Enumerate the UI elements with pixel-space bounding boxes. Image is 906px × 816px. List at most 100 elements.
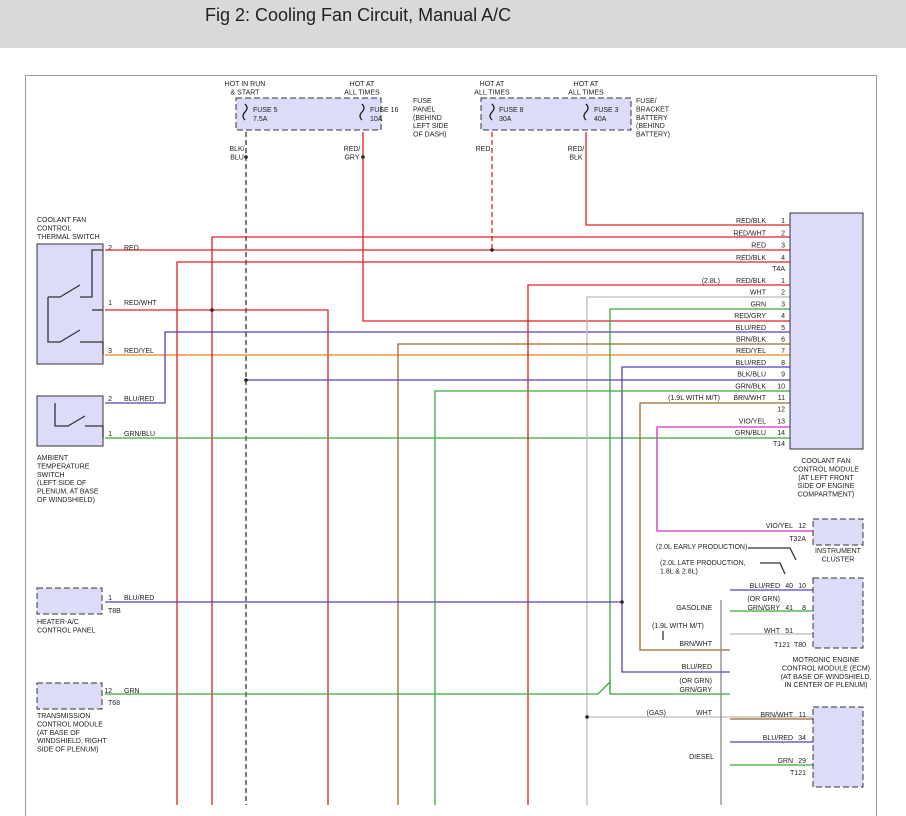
diesel-wire-label-1: BRN/WHT (760, 712, 793, 719)
fuse-16-hot-label: HOT AT (350, 81, 375, 88)
ecm-label: MOTRONIC ENGINE (793, 657, 860, 664)
junction-red (490, 248, 494, 252)
fuse-3-name: FUSE 3 (594, 107, 619, 114)
ecm-pin-10: 10 (798, 583, 806, 590)
fan-module-label: COOLANT FAN (801, 458, 850, 465)
tcm-label: SIDE OF PLENUM) (37, 747, 98, 754)
pin-ts2: 1 (108, 300, 112, 307)
t14-wire-label-10: GRN/BLK (735, 383, 766, 390)
fuse-5-wire-label: BLU (230, 154, 244, 161)
thermal-switch-box (36, 243, 104, 365)
cluster-wire-label: VIO/YEL (766, 523, 793, 530)
t4a-pin-4: 4 (781, 255, 785, 262)
fuse-bracket-label: FUSE/ (636, 98, 657, 105)
wire-label-hv: BLU/RED (124, 595, 154, 602)
diesel-pin-29: 29 (798, 758, 806, 765)
fuse-5-hot-label: HOT IN RUN (225, 81, 266, 88)
wire-label-ts1: RED (124, 245, 139, 252)
ecm-grngry-label: GRN/GRY (679, 687, 712, 694)
fan-module-label: SIDE OF ENGINE (798, 483, 855, 490)
ecm-pin-51: 51 (785, 628, 793, 635)
t14-note-11: (1.9L WITH M/T) (668, 395, 720, 402)
t4a-wire-label-3: RED (751, 243, 766, 250)
ecm-note-early: (2.0L EARLY PRODUCTION) (656, 544, 747, 551)
fan-module-label: CONTROL MODULE (793, 466, 859, 473)
fuse-panel-label: PANEL (413, 106, 436, 113)
ambient-switch-label: (LEFT SIDE OF (37, 480, 86, 487)
tcm-label: (AT BASE OF (37, 730, 80, 737)
t4a-wire-label-4: RED/BLK (736, 255, 766, 262)
t14-wire-8 (621, 366, 790, 673)
diesel-wire-label-2: BLU/RED (763, 735, 793, 742)
fuse-5-hot-label: & START (231, 89, 261, 96)
ecm-diesel-label: DIESEL (689, 754, 714, 761)
ecm-note-late: (2.0L LATE PRODUCTION, (660, 560, 746, 567)
fuse-panel-label: OF DASH) (413, 132, 446, 139)
diesel-connector: T121 (790, 770, 806, 777)
ecm-note-late: 1.8L & 2.8L) (660, 568, 698, 575)
fan-module-label: (AT LEFT FRONT (798, 475, 854, 482)
fuse-16-wire-label: RED/ (344, 146, 361, 153)
cluster-label: INSTRUMENT (815, 548, 862, 555)
thermal-switch-label: COOLANT FAN (37, 217, 86, 224)
t14-wire-label-13: VIO/YEL (739, 418, 766, 425)
fuse-16-name: FUSE 16 (370, 107, 399, 114)
fuse-3-wire (585, 132, 790, 226)
ecm-label: (AT BASE OF WINDSHIELD, (781, 674, 872, 681)
fan-module-label: COMPARTMENT) (798, 492, 855, 499)
t4a-wire-redwht (211, 236, 790, 805)
ecm-wht-label: WHT (696, 710, 713, 717)
fuse-panel-label: FUSE (413, 98, 432, 105)
pin-tc: 12 (104, 688, 112, 695)
ecm-pin-40: 40 (785, 583, 793, 590)
tcm-label: WINDSHIELD, RIGHT (37, 738, 107, 745)
fuse-5-rating: 7.5A (253, 116, 268, 123)
ambient-switch-label: TEMPERATURE (37, 463, 90, 470)
fuse-16-wire-label: GRY (344, 154, 359, 161)
fuse-bracket-label: (BEHIND (636, 123, 665, 130)
t4a-connector-label: T4A (772, 266, 785, 273)
ambient-switch-label: AMBIENT (37, 455, 69, 462)
wiring-diagram: HOT IN RUN& STARTHOT ATALL TIMESHOT ATAL… (36, 81, 872, 805)
cluster-box (812, 518, 864, 546)
ecm-wire-label-2: GRN/GRY (747, 605, 780, 612)
ecm-orgrn-2: (OR GRN) (679, 678, 712, 685)
fuse-16-hot-label: ALL TIMES (344, 89, 380, 96)
diesel-pin-34: 34 (798, 735, 806, 742)
t14-pin-12: 12 (777, 407, 785, 414)
fuse-panel-label: (BEHIND (413, 115, 442, 122)
fuse-panel-label: LEFT SIDE (413, 123, 449, 130)
ecm-mt-note: (1.9L WITH M/T) (652, 623, 704, 630)
ambient-switch-box (36, 395, 104, 447)
fuse-16-rating: 10A (370, 116, 383, 123)
t14-pin-3: 3 (781, 301, 785, 308)
wire-label-ts2: RED/WHT (124, 300, 157, 307)
t14-pin-6: 6 (781, 337, 785, 344)
diesel-ecm-box (812, 706, 864, 788)
heater-box (36, 587, 103, 615)
ts-wire-redwht (105, 309, 329, 805)
t14-wire-label-2: WHT (750, 290, 767, 297)
t14-pin-10: 10 (777, 383, 785, 390)
fuse-3-hot-label: ALL TIMES (568, 89, 604, 96)
pin-ts1: 2 (108, 245, 112, 252)
connector-tcm: T68 (108, 700, 120, 707)
wire-label-as1: BLU/RED (124, 396, 154, 403)
pin-hv: 1 (108, 595, 112, 602)
ambient-switch-label: OF WINDSHIELD) (37, 497, 95, 504)
t14-pin-13: 13 (777, 418, 785, 425)
thermal-switch-label: THERMAL SWITCH (37, 234, 100, 241)
pin-as1: 2 (108, 396, 112, 403)
thermal-switch-label: CONTROL (37, 225, 71, 232)
ecm-pin-8: 8 (802, 605, 806, 612)
ecm-wire-label-3: WHT (764, 628, 781, 635)
fuse-3-wire-label: RED/ (568, 146, 585, 153)
fuse-bracket-label: BATTERY (636, 115, 668, 122)
connector-heater: T8B (108, 608, 121, 615)
tcm-label: TRANSMISSION (37, 713, 90, 720)
t14-pin-7: 7 (781, 348, 785, 355)
t14-pin-9: 9 (781, 372, 785, 379)
wire-label-as2: GRN/BLU (124, 431, 155, 438)
t14-pin-1: 1 (781, 278, 785, 285)
ecm-blured-label: BLU/RED (682, 664, 712, 671)
